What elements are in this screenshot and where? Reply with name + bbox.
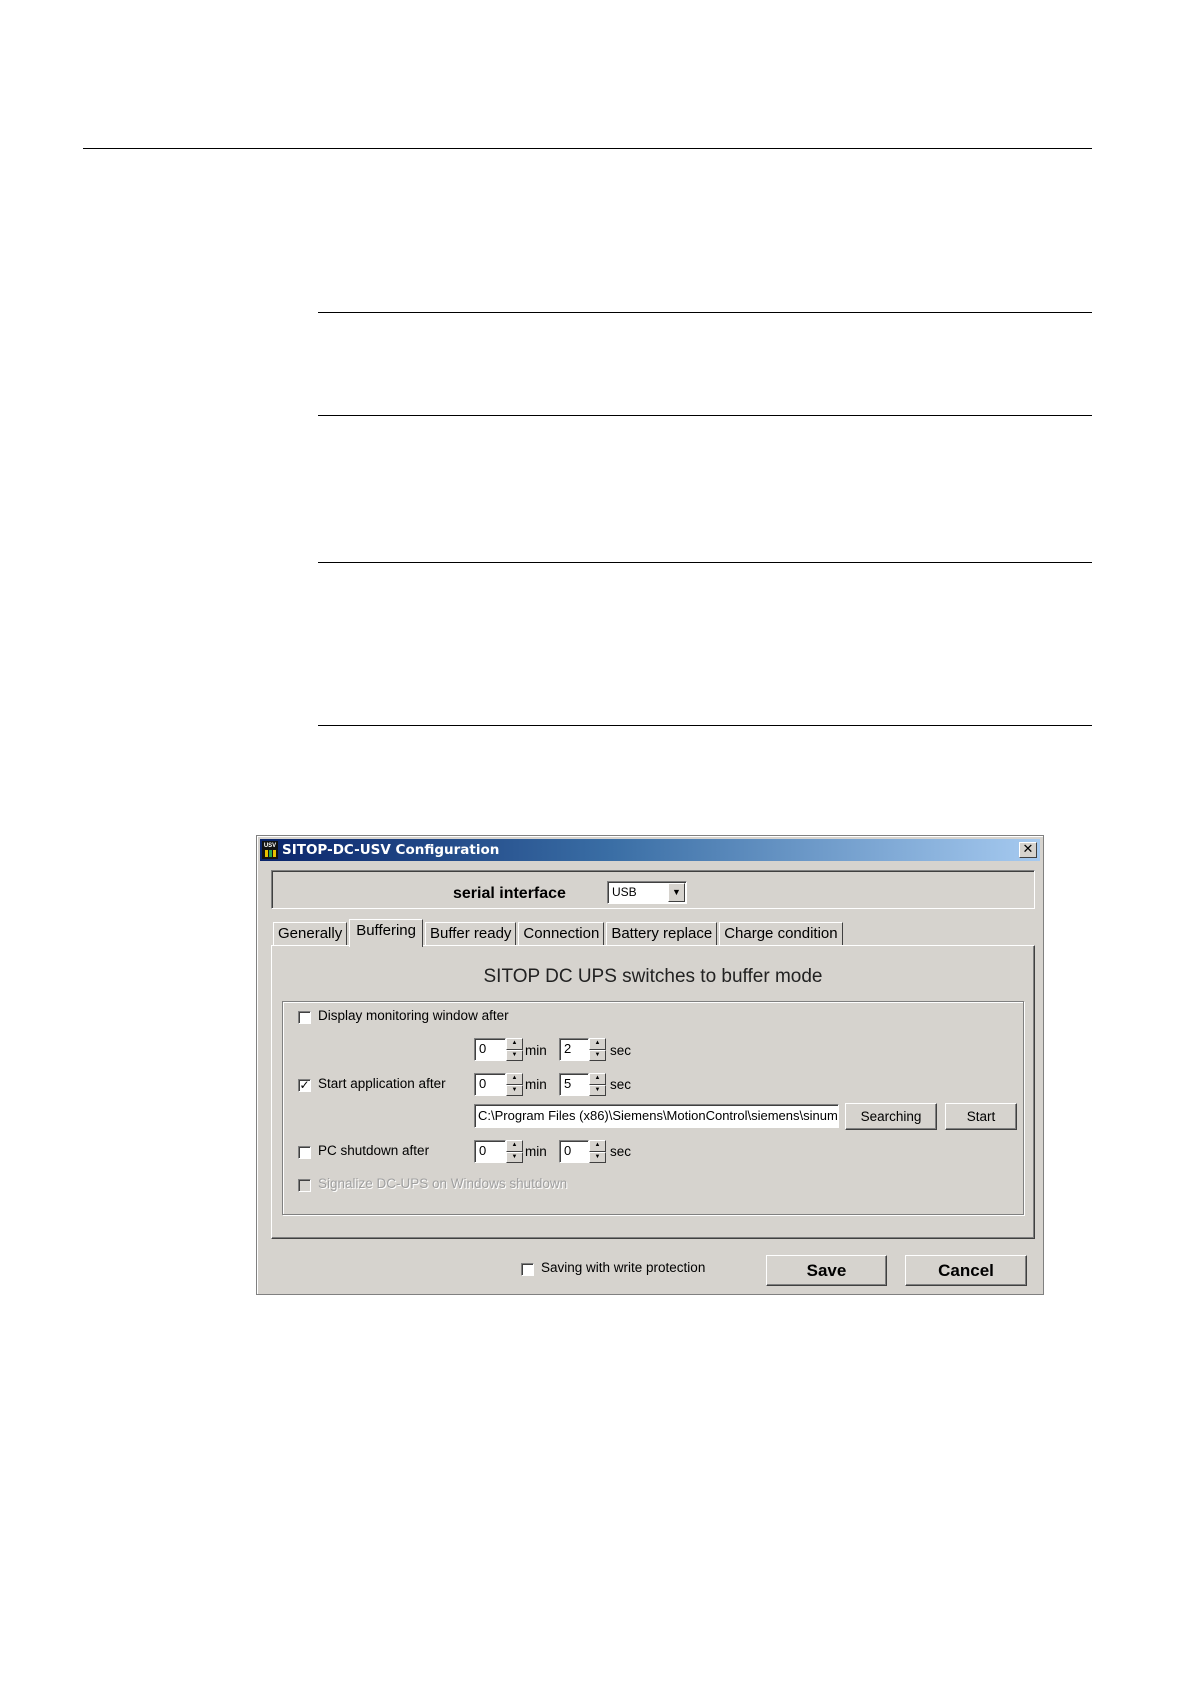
pc-shutdown-checkbox[interactable]	[298, 1146, 311, 1159]
save-button[interactable]: Save	[766, 1255, 887, 1286]
min-unit-label: min	[525, 1077, 547, 1092]
tab-generally[interactable]: Generally	[273, 922, 348, 946]
page-header-rule	[83, 148, 1092, 149]
start-application-min-field[interactable]: 0	[474, 1073, 506, 1096]
min-unit-label: min	[525, 1144, 547, 1159]
spin-up-icon[interactable]: ▲	[506, 1073, 523, 1085]
panel-title: SITOP DC UPS switches to buffer mode	[483, 966, 823, 987]
table-rule-2	[318, 415, 1092, 416]
sec-unit-label: sec	[610, 1043, 632, 1058]
sec-unit-label: sec	[610, 1077, 632, 1092]
dialog-title: SITOP-DC-USV Configuration	[282, 842, 500, 858]
cancel-button[interactable]: Cancel	[905, 1255, 1027, 1286]
pc-shutdown-label: PC shutdown after	[318, 1143, 430, 1158]
searching-button[interactable]: Searching	[845, 1103, 937, 1130]
spin-down-icon[interactable]: ▼	[589, 1151, 606, 1163]
start-button[interactable]: Start	[945, 1103, 1017, 1130]
spin-up-icon[interactable]: ▲	[506, 1038, 523, 1050]
pc-shutdown-min-field[interactable]: 0	[474, 1140, 506, 1163]
spin-down-icon[interactable]: ▼	[506, 1084, 523, 1096]
signalize-label: Signalize DC-UPS on Windows shutdown	[318, 1176, 568, 1191]
spin-down-icon[interactable]: ▼	[589, 1084, 606, 1096]
tab-charge-condition[interactable]: Charge condition	[719, 922, 843, 946]
spin-up-icon[interactable]: ▲	[589, 1073, 606, 1085]
dialog-titlebar[interactable]: USV SITOP-DC-USV Configuration ✕	[260, 839, 1040, 861]
pc-shutdown-sec-field[interactable]: 0	[559, 1140, 589, 1163]
display-monitoring-min-field[interactable]: 0	[474, 1038, 506, 1061]
table-rule-1	[318, 312, 1092, 313]
spin-down-icon[interactable]: ▼	[506, 1151, 523, 1163]
spin-down-icon[interactable]: ▼	[506, 1049, 523, 1061]
display-monitoring-label: Display monitoring window after	[318, 1008, 509, 1023]
tab-buffering[interactable]: Buffering	[349, 919, 423, 947]
serial-interface-value: USB	[612, 885, 637, 899]
spin-up-icon[interactable]: ▲	[589, 1140, 606, 1152]
tab-connection[interactable]: Connection	[518, 922, 605, 946]
min-unit-label: min	[525, 1043, 547, 1058]
tab-battery-replace[interactable]: Battery replace	[606, 922, 718, 946]
display-monitoring-checkbox[interactable]	[298, 1011, 311, 1024]
spin-up-icon[interactable]: ▲	[589, 1038, 606, 1050]
serial-interface-label: serial interface	[453, 885, 566, 902]
chevron-down-icon[interactable]: ▼	[668, 883, 685, 902]
write-protection-label: Saving with write protection	[541, 1260, 706, 1275]
start-application-checkbox[interactable]: ✓	[298, 1079, 311, 1092]
app-icon: USV	[262, 841, 278, 859]
application-path-input[interactable]: C:\Program Files (x86)\Siemens\MotionCon…	[474, 1104, 839, 1128]
app-icon-text: USV	[263, 843, 277, 849]
serial-interface-select[interactable]: USB ▼	[607, 881, 687, 904]
spin-down-icon[interactable]: ▼	[589, 1049, 606, 1061]
sec-unit-label: sec	[610, 1144, 632, 1159]
config-dialog: USV SITOP-DC-USV Configuration ✕ serial …	[256, 835, 1044, 1295]
display-monitoring-sec-field[interactable]: 2	[559, 1038, 589, 1061]
tab-bar: Generally Buffering Buffer ready Connect…	[273, 919, 845, 947]
start-application-sec-field[interactable]: 5	[559, 1073, 589, 1096]
start-application-label: Start application after	[318, 1076, 446, 1091]
table-rule-3	[318, 562, 1092, 563]
close-icon: ✕	[1022, 842, 1034, 857]
signalize-checkbox	[298, 1179, 311, 1192]
close-button[interactable]: ✕	[1019, 842, 1037, 858]
table-rule-4	[318, 725, 1092, 726]
tab-buffer-ready[interactable]: Buffer ready	[424, 922, 517, 946]
spin-up-icon[interactable]: ▲	[506, 1140, 523, 1152]
buffering-panel: SITOP DC UPS switches to buffer mode Dis…	[271, 945, 1035, 1239]
buffering-options-group: Display monitoring window after 0 ▲ ▼ min…	[282, 1001, 1024, 1215]
write-protection-checkbox[interactable]	[521, 1263, 534, 1276]
